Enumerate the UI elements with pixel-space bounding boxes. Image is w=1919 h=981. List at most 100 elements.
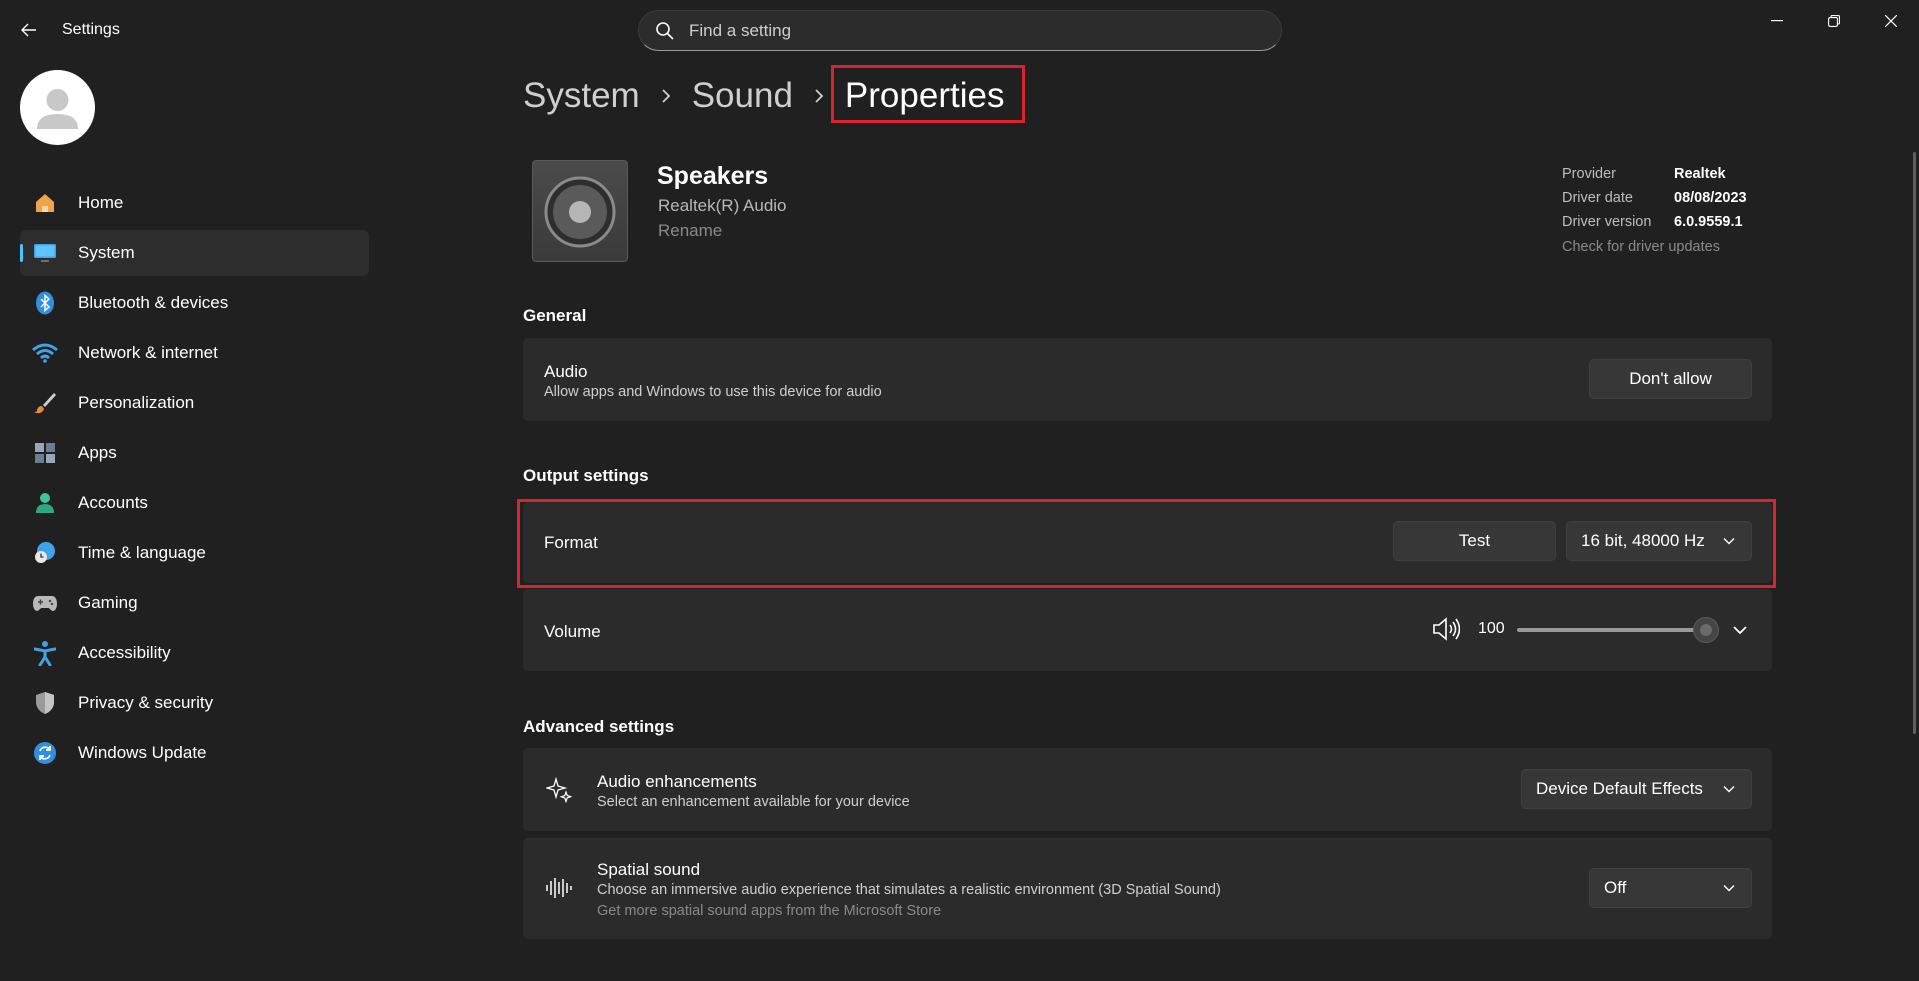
volume-label: Volume <box>544 622 601 641</box>
sidebar-item-network[interactable]: Network & internet <box>20 330 369 376</box>
sidebar-item-label: Home <box>78 193 124 212</box>
volume-slider-track[interactable] <box>1517 628 1707 632</box>
accounts-icon <box>32 490 58 516</box>
audio-enhancements-title: Audio enhancements <box>597 772 757 791</box>
sidebar-item-label: Personalization <box>78 393 195 412</box>
update-icon <box>32 740 58 766</box>
minimize-icon <box>1771 20 1783 22</box>
section-output-settings: Output settings <box>523 466 649 485</box>
sidebar-nav: Home System Bluetooth & devices Network … <box>20 180 369 780</box>
spatial-sound-value: Off <box>1604 878 1627 897</box>
sidebar-item-label: Accounts <box>78 493 148 512</box>
sidebar-item-system[interactable]: System <box>20 230 369 276</box>
wifi-icon <box>32 340 58 366</box>
sidebar-item-windows-update[interactable]: Windows Update <box>20 730 369 776</box>
microsoft-store-link[interactable]: Get more spatial sound apps from the Mic… <box>597 903 941 919</box>
audio-enhancements-description: Select an enhancement available for your… <box>597 794 910 810</box>
dont-allow-button[interactable]: Don't allow <box>1589 359 1752 399</box>
volume-icon[interactable] <box>1432 617 1461 646</box>
volume-value: 100 <box>1478 620 1505 637</box>
shield-icon <box>32 690 58 716</box>
close-button[interactable] <box>1868 6 1914 36</box>
chevron-down-icon <box>1723 786 1735 793</box>
sidebar-item-accounts[interactable]: Accounts <box>20 480 369 526</box>
page-title: Properties <box>844 76 1005 115</box>
search-input[interactable] <box>689 11 1259 50</box>
sparkle-icon <box>544 776 573 808</box>
device-subtitle: Realtek(R) Audio <box>658 196 787 215</box>
spatial-sound-description: Choose an immersive audio experience tha… <box>597 882 1221 898</box>
audio-title: Audio <box>544 362 588 381</box>
breadcrumb-sound[interactable]: Sound <box>692 76 793 116</box>
home-icon <box>32 190 58 216</box>
sidebar-item-personalization[interactable]: Personalization <box>20 380 369 426</box>
brush-icon <box>32 390 58 416</box>
chevron-right-icon <box>793 88 845 104</box>
volume-slider-thumb[interactable] <box>1693 617 1719 643</box>
sidebar-item-label: Gaming <box>78 593 138 612</box>
system-icon <box>32 240 58 266</box>
expand-volume-button[interactable] <box>1732 622 1748 640</box>
sound-wave-icon <box>545 876 573 905</box>
sidebar-item-apps[interactable]: Apps <box>20 430 369 476</box>
breadcrumb-system[interactable]: System <box>523 76 640 116</box>
provider-value: Realtek <box>1674 166 1726 182</box>
chevron-right-icon <box>640 88 692 104</box>
sidebar-item-label: Network & internet <box>78 343 218 362</box>
user-icon <box>37 89 78 129</box>
back-button[interactable] <box>14 17 44 43</box>
sidebar-item-gaming[interactable]: Gaming <box>20 580 369 626</box>
spatial-sound-dropdown[interactable]: Off <box>1589 868 1752 908</box>
provider-label: Provider <box>1562 166 1616 182</box>
sidebar-item-label: Time & language <box>78 543 206 562</box>
breadcrumb: System Sound Properties <box>523 68 1004 124</box>
restore-button[interactable] <box>1811 6 1857 36</box>
title-bar: Settings <box>0 0 1919 60</box>
audio-description: Allow apps and Windows to use this devic… <box>544 384 882 400</box>
minimize-button[interactable] <box>1754 6 1800 36</box>
sidebar-item-label: System <box>78 243 135 262</box>
section-general: General <box>523 306 587 325</box>
sidebar-item-home[interactable]: Home <box>20 180 369 226</box>
format-dropdown-value: 16 bit, 48000 Hz <box>1581 531 1705 550</box>
audio-enhancements-value: Device Default Effects <box>1536 779 1703 798</box>
section-advanced-settings: Advanced settings <box>523 717 675 736</box>
driver-date-value: 08/08/2023 <box>1674 190 1747 206</box>
scrollbar[interactable] <box>1913 152 1916 734</box>
sidebar-item-bluetooth[interactable]: Bluetooth & devices <box>20 280 369 326</box>
format-card: Format Test 16 bit, 48000 Hz <box>523 502 1772 583</box>
sidebar-item-label: Privacy & security <box>78 693 214 712</box>
format-dropdown[interactable]: 16 bit, 48000 Hz <box>1566 521 1752 561</box>
close-icon <box>1885 15 1897 27</box>
rename-link[interactable]: Rename <box>658 221 722 241</box>
chevron-down-icon <box>1723 885 1735 892</box>
globe-clock-icon <box>32 540 58 566</box>
driver-version-label: Driver version <box>1562 214 1652 230</box>
chevron-down-icon <box>1723 538 1735 545</box>
gamepad-icon <box>32 590 58 616</box>
check-driver-updates-link[interactable]: Check for driver updates <box>1562 239 1747 255</box>
sidebar-item-time-language[interactable]: Time & language <box>20 530 369 576</box>
driver-version-value: 6.0.9559.1 <box>1674 214 1743 230</box>
spatial-sound-card: Spatial sound Choose an immersive audio … <box>523 838 1772 939</box>
search-icon <box>656 22 674 40</box>
audio-enhancements-dropdown[interactable]: Device Default Effects <box>1521 769 1752 809</box>
sidebar-item-accessibility[interactable]: Accessibility <box>20 630 369 676</box>
sidebar-item-label: Accessibility <box>78 643 171 662</box>
search-box[interactable] <box>638 10 1282 51</box>
avatar[interactable] <box>20 70 95 145</box>
audio-enhancements-card: Audio enhancements Select an enhancement… <box>523 748 1772 831</box>
spatial-sound-title: Spatial sound <box>597 860 701 879</box>
audio-card: Audio Allow apps and Windows to use this… <box>523 338 1772 421</box>
driver-info: Provider Realtek Driver date 08/08/2023 … <box>1562 166 1747 255</box>
restore-icon <box>1828 15 1840 27</box>
accessibility-icon <box>32 640 58 666</box>
back-arrow-icon <box>21 23 36 37</box>
test-button[interactable]: Test <box>1393 521 1556 561</box>
bluetooth-icon <box>32 290 58 316</box>
app-title: Settings <box>62 21 120 38</box>
device-name: Speakers <box>657 162 769 190</box>
sidebar-item-privacy[interactable]: Privacy & security <box>20 680 369 726</box>
sidebar-item-label: Bluetooth & devices <box>78 293 229 312</box>
format-label: Format <box>544 533 598 552</box>
